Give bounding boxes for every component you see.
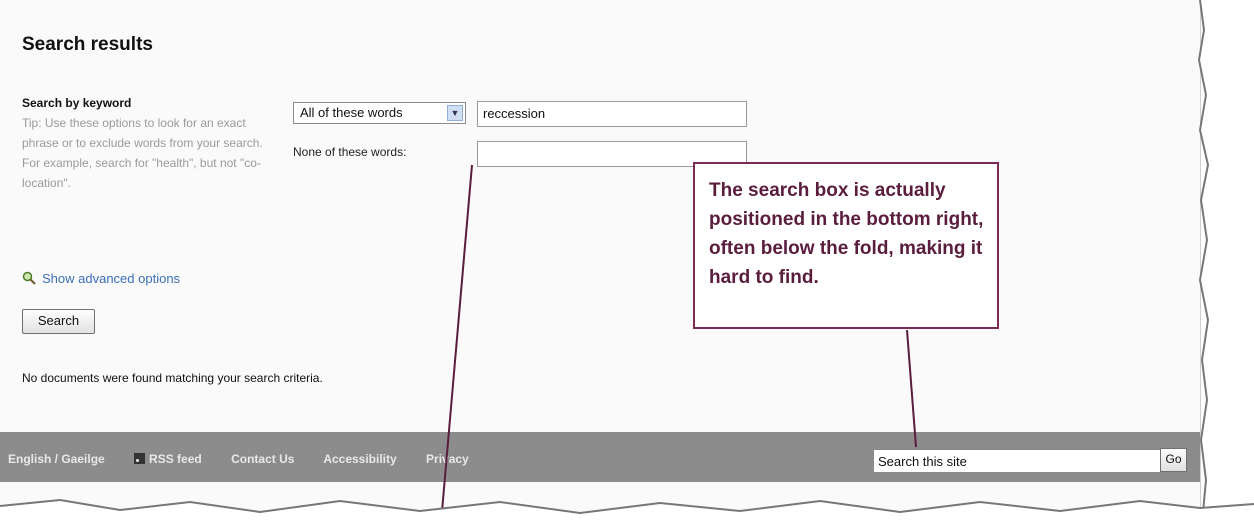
torn-edge-bottom <box>0 498 1254 523</box>
chevron-down-icon[interactable]: ▼ <box>447 105 463 121</box>
exclude-words-label: None of these words: <box>293 145 407 159</box>
magnifier-icon <box>22 271 36 285</box>
go-button[interactable]: Go <box>1160 448 1187 472</box>
rss-icon <box>134 453 146 464</box>
no-results-message: No documents were found matching your se… <box>22 371 323 385</box>
torn-edge-right <box>1197 0 1254 523</box>
footer-link-contact[interactable]: Contact Us <box>231 452 294 466</box>
search-button[interactable]: Search <box>22 309 95 334</box>
footer-link-accessibility[interactable]: Accessibility <box>323 452 396 466</box>
site-search-input[interactable]: Search this site <box>873 449 1170 473</box>
match-type-select[interactable]: All of these words ▼ <box>293 102 466 124</box>
show-advanced-options-link[interactable]: Show advanced options <box>22 271 180 286</box>
advanced-options-label: Show advanced options <box>42 271 181 286</box>
footer-links: English / Gaeilge RSS feed Contact Us Ac… <box>8 452 495 466</box>
footer-link-language[interactable]: English / Gaeilge <box>8 452 105 466</box>
page-title: Search results <box>22 34 153 55</box>
keyword-input[interactable]: reccession <box>477 101 747 127</box>
footer-link-rss[interactable]: RSS feed <box>134 452 202 466</box>
match-type-value: All of these words <box>300 105 403 120</box>
keyword-heading: Search by keyword <box>22 96 132 110</box>
page-content: Search results Search by keyword Tip: Us… <box>0 0 1201 523</box>
search-tip: Tip: Use these options to look for an ex… <box>22 116 263 190</box>
annotation-callout: The search box is actually positioned in… <box>693 162 999 329</box>
rss-label: RSS feed <box>149 452 202 466</box>
footer-link-privacy[interactable]: Privacy <box>426 452 469 466</box>
